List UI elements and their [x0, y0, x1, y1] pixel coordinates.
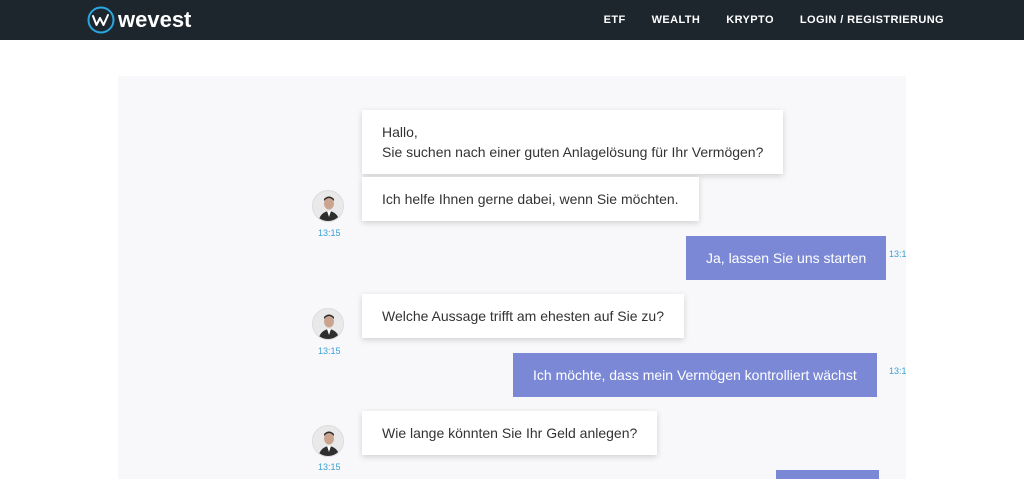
message-line: Hallo,: [382, 124, 418, 140]
bot-message: Ich helfe Ihnen gerne dabei, wenn Sie mö…: [362, 177, 699, 221]
nav-item-wealth[interactable]: WEALTH: [652, 0, 701, 40]
message-text: Ich helfe Ihnen gerne dabei, wenn Sie mö…: [382, 191, 679, 207]
message-timestamp: 13:15: [318, 228, 341, 238]
user-message: Ja, lassen Sie uns starten: [686, 236, 887, 280]
message-timestamp: 13:15: [318, 462, 341, 472]
chat-panel: Hallo, Sie suchen nach einer guten Anlag…: [118, 76, 906, 479]
message-timestamp: 13:15: [318, 346, 341, 356]
bot-message: Welche Aussage trifft am ehesten auf Sie…: [362, 294, 684, 338]
bot-message: Hallo, Sie suchen nach einer guten Anlag…: [362, 110, 784, 174]
top-navigation-bar: wevest ETF WEALTH KRYPTO LOGIN / REGISTR…: [0, 0, 1024, 40]
advisor-photo-icon: [313, 309, 343, 339]
wevest-logo[interactable]: wevest: [87, 6, 191, 34]
wave-w-logo-icon: [87, 6, 115, 34]
advisor-avatar: [312, 308, 344, 340]
advisor-avatar: [312, 190, 344, 222]
message-text: Wie lange könnten Sie Ihr Geld anlegen?: [382, 425, 638, 441]
message-timestamp: 13:15: [889, 366, 906, 376]
brand-name: wevest: [118, 7, 192, 32]
message-text: Welche Aussage trifft am ehesten auf Sie…: [382, 308, 664, 324]
nav-item-etf[interactable]: ETF: [604, 0, 626, 40]
nav-item-login[interactable]: LOGIN / REGISTRIERUNG: [800, 0, 944, 40]
user-message: Ich möchte, dass mein Vermögen kontrolli…: [513, 353, 877, 397]
bot-message: Wie lange könnten Sie Ihr Geld anlegen?: [362, 411, 658, 455]
nav-item-krypto[interactable]: KRYPTO: [726, 0, 774, 40]
main-nav: ETF WEALTH KRYPTO LOGIN / REGISTRIERUNG: [578, 0, 944, 40]
message-timestamp: 13:15: [889, 249, 906, 259]
user-message-partial: [776, 470, 879, 479]
advisor-avatar: [312, 425, 344, 457]
message-text: Ja, lassen Sie uns starten: [706, 250, 867, 266]
advisor-photo-icon: [313, 191, 343, 221]
advisor-photo-icon: [313, 426, 343, 456]
message-text: Ich möchte, dass mein Vermögen kontrolli…: [533, 367, 857, 383]
message-line: Sie suchen nach einer guten Anlagelösung…: [382, 144, 764, 160]
